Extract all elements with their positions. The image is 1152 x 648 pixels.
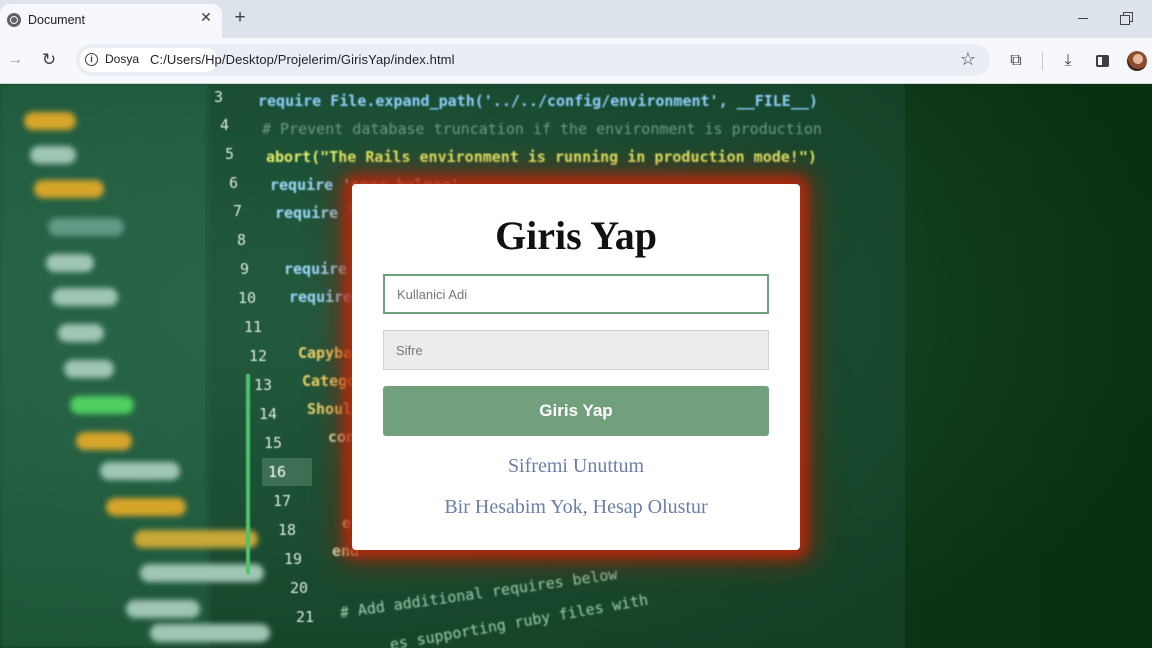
line-number: 12 bbox=[249, 347, 268, 365]
bg-tree-node bbox=[100, 462, 180, 480]
download-icon[interactable]: ⤓ bbox=[1058, 51, 1078, 71]
password-input[interactable] bbox=[383, 330, 769, 370]
line-number: 9 bbox=[240, 260, 250, 278]
close-tab-icon[interactable]: ✕ bbox=[198, 9, 214, 25]
line-number: 8 bbox=[237, 231, 247, 249]
bg-tree-node bbox=[106, 498, 186, 516]
line-number: 16 bbox=[268, 463, 287, 481]
address-bar[interactable]: i Dosya C:/Users/Hp/Desktop/Projelerim/G… bbox=[76, 44, 990, 76]
line-number: 13 bbox=[254, 376, 273, 394]
bg-tree-node bbox=[134, 530, 258, 548]
line-number: 6 bbox=[229, 174, 239, 192]
line-number: 18 bbox=[278, 521, 297, 539]
globe-icon bbox=[7, 13, 21, 27]
info-icon: i bbox=[85, 53, 98, 66]
url-text[interactable]: C:/Users/Hp/Desktop/Projelerim/GirisYap/… bbox=[150, 52, 455, 67]
tab-title: Document bbox=[28, 13, 85, 27]
git-change-marker bbox=[246, 374, 250, 574]
forgot-password-link[interactable]: Sifremi Unuttum bbox=[352, 455, 800, 478]
line-number: 11 bbox=[244, 318, 263, 336]
line-number: 15 bbox=[264, 434, 283, 452]
code-line: # Prevent database truncation if the env… bbox=[262, 120, 822, 138]
line-number: 5 bbox=[225, 145, 235, 163]
bg-tree-node bbox=[70, 396, 134, 414]
bookmark-star-icon[interactable]: ☆ bbox=[958, 49, 978, 69]
code-line: e bbox=[342, 514, 352, 532]
extensions-icon[interactable]: ⧉ bbox=[1006, 51, 1026, 71]
page-viewport: 3 4 5 6 7 8 9 10 11 12 13 14 15 16 17 18… bbox=[0, 84, 1152, 648]
restore-window-button[interactable] bbox=[1120, 12, 1133, 25]
profile-avatar[interactable] bbox=[1127, 51, 1147, 71]
line-number: 20 bbox=[290, 579, 309, 597]
bg-tree-node bbox=[52, 288, 118, 306]
tab-strip: Document ✕ + bbox=[0, 0, 1152, 38]
login-button[interactable]: Giris Yap bbox=[383, 386, 769, 436]
code-line: require File.expand_path('../../config/e… bbox=[258, 92, 818, 110]
forward-arrow-icon[interactable]: → bbox=[6, 51, 24, 69]
create-account-link[interactable]: Bir Hesabim Yok, Hesap Olustur bbox=[352, 496, 800, 519]
bg-tree-node bbox=[46, 254, 94, 272]
new-tab-button[interactable]: + bbox=[231, 8, 249, 27]
code-line: abort("The Rails environment is running … bbox=[266, 148, 817, 166]
bg-tree-node bbox=[150, 624, 270, 642]
tab-document[interactable]: Document ✕ bbox=[0, 4, 222, 38]
bg-tree-node bbox=[58, 324, 104, 342]
line-number: 19 bbox=[284, 550, 303, 568]
bg-tree-node bbox=[64, 360, 114, 378]
line-number: 7 bbox=[233, 202, 243, 220]
line-number: 17 bbox=[273, 492, 292, 510]
code-line: Catego bbox=[302, 372, 357, 390]
bg-tree-node bbox=[126, 600, 200, 618]
bg-tree-node bbox=[76, 432, 132, 450]
line-number: 14 bbox=[259, 405, 278, 423]
line-number: 21 bbox=[296, 608, 315, 626]
bg-tree-node bbox=[34, 180, 104, 198]
bg-tree-node bbox=[48, 218, 124, 236]
bg-tree-node bbox=[30, 146, 76, 164]
site-info-label: Dosya bbox=[105, 52, 140, 66]
line-number: 10 bbox=[238, 289, 257, 307]
reload-icon[interactable]: ↻ bbox=[40, 51, 58, 69]
bg-tree-node bbox=[24, 112, 76, 130]
side-panel-icon[interactable] bbox=[1093, 51, 1113, 71]
toolbar-divider bbox=[1042, 52, 1043, 70]
page-title: Giris Yap bbox=[495, 213, 657, 258]
line-number: 3 bbox=[214, 88, 224, 106]
username-input[interactable] bbox=[383, 274, 769, 314]
browser-toolbar: → ↻ i Dosya C:/Users/Hp/Desktop/Projeler… bbox=[0, 38, 1152, 84]
minimize-window-button[interactable] bbox=[1076, 10, 1090, 24]
line-number: 4 bbox=[220, 116, 230, 134]
login-card: Giris Yap Giris Yap Sifremi Unuttum Bir … bbox=[352, 184, 800, 550]
